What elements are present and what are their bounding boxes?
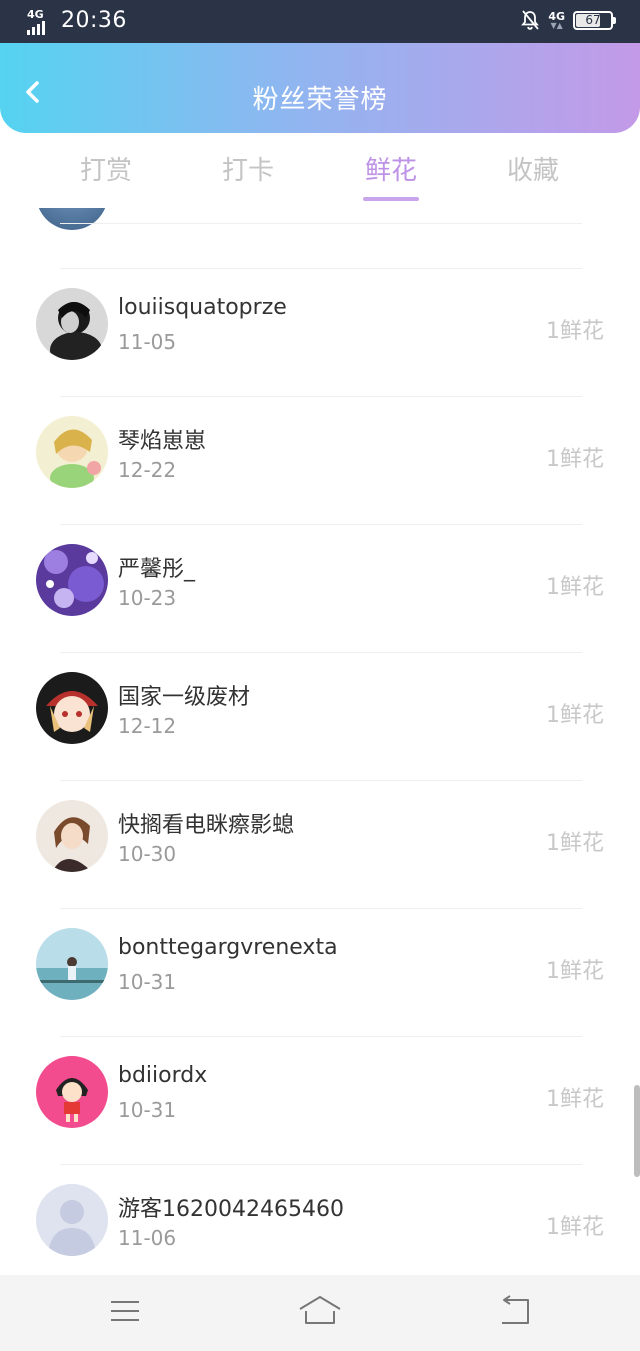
flower-count: 1鲜花 — [546, 319, 604, 344]
list-item[interactable]: 琴焰崽崽 12-22 1鲜花 — [0, 397, 640, 525]
battery-icon: 67 — [573, 10, 616, 30]
avatar — [36, 672, 108, 744]
user-name: bdiiordx — [118, 1063, 208, 1088]
battery-level: 67 — [585, 12, 601, 27]
item-date: 10-31 — [118, 970, 177, 994]
back-nav-button[interactable] — [492, 1291, 540, 1331]
divider — [60, 223, 582, 224]
menu-button[interactable] — [101, 1291, 149, 1331]
list-item[interactable]: bonttegargvrenexta 10-31 1鲜花 — [0, 909, 640, 1037]
user-name: 琴焰崽崽 — [118, 429, 207, 454]
list-item[interactable]: 游客1620042465460 11-06 1鲜花 — [0, 1165, 640, 1293]
item-date: 12-12 — [118, 714, 177, 738]
home-icon — [299, 1296, 341, 1324]
status-left: 4G 20:36 — [27, 7, 127, 35]
list-item[interactable]: 快搁看电眯瘵影螅 10-30 1鲜花 — [0, 781, 640, 909]
signal-label: 4G — [27, 7, 44, 21]
user-name: 严馨彤_ — [118, 557, 196, 582]
status-bar: 4G 20:36 4G ▼▲ 67 — [0, 0, 640, 43]
user-name: bonttegargvrenexta — [118, 935, 338, 960]
list-item[interactable]: 严馨彤_ 10-23 1鲜花 — [0, 525, 640, 653]
avatar — [36, 416, 108, 488]
tab-favorites[interactable]: 收藏 — [483, 150, 583, 187]
network-icon: 4G ▼▲ — [548, 9, 565, 30]
menu-icon — [111, 1301, 139, 1321]
tab-reward[interactable]: 打赏 — [56, 150, 156, 187]
item-date: 11-06 — [118, 1226, 177, 1250]
active-tab-indicator — [363, 197, 419, 201]
avatar — [36, 1056, 108, 1128]
page-title: 粉丝荣誉榜 — [252, 85, 388, 115]
item-date: 11-05 — [118, 330, 177, 354]
navigation-bar — [0, 1275, 640, 1351]
status-right: 4G ▼▲ 67 — [520, 9, 616, 31]
item-date: 12-22 — [118, 458, 177, 482]
back-arrow-icon — [502, 1295, 529, 1324]
user-name: 游客1620042465460 — [118, 1197, 344, 1222]
list-item[interactable]: louiisquatoprze 11-05 1鲜花 — [0, 269, 640, 397]
tab-bar: 打赏 打卡 鲜花 收藏 — [0, 150, 640, 205]
bell-off-icon — [521, 10, 540, 30]
avatar — [36, 800, 108, 872]
flower-count: 1鲜花 — [546, 575, 604, 600]
user-name: 快搁看电眯瘵影螅 — [118, 813, 295, 838]
flower-count: 1鲜花 — [546, 447, 604, 472]
item-date: 10-31 — [118, 1098, 177, 1122]
flower-count: 1鲜花 — [546, 1087, 604, 1112]
flower-count: 1鲜花 — [546, 703, 604, 728]
signal-icon: 4G — [27, 7, 53, 35]
tab-checkin[interactable]: 打卡 — [198, 150, 298, 187]
user-name: louiisquatoprze — [118, 295, 287, 320]
tab-flowers[interactable]: 鲜花 — [341, 150, 441, 187]
network-label: 4G — [548, 9, 565, 23]
avatar — [36, 1184, 108, 1256]
item-date: 10-23 — [118, 586, 177, 610]
scrollbar[interactable] — [634, 1085, 640, 1177]
status-time: 20:36 — [61, 8, 127, 33]
avatar — [36, 928, 108, 1000]
flower-count: 1鲜花 — [546, 959, 604, 984]
list-item[interactable]: 国家一级废材 12-12 1鲜花 — [0, 653, 640, 781]
home-button[interactable] — [296, 1291, 344, 1331]
flower-count: 1鲜花 — [546, 831, 604, 856]
avatar — [36, 208, 108, 230]
list-item[interactable]: bdiiordx 10-31 1鲜花 — [0, 1037, 640, 1165]
item-date: 10-30 — [118, 842, 177, 866]
avatar — [36, 288, 108, 360]
header: 粉丝荣誉榜 — [0, 43, 640, 133]
user-name: 国家一级废材 — [118, 685, 251, 710]
avatar — [36, 544, 108, 616]
flower-count: 1鲜花 — [546, 1215, 604, 1240]
